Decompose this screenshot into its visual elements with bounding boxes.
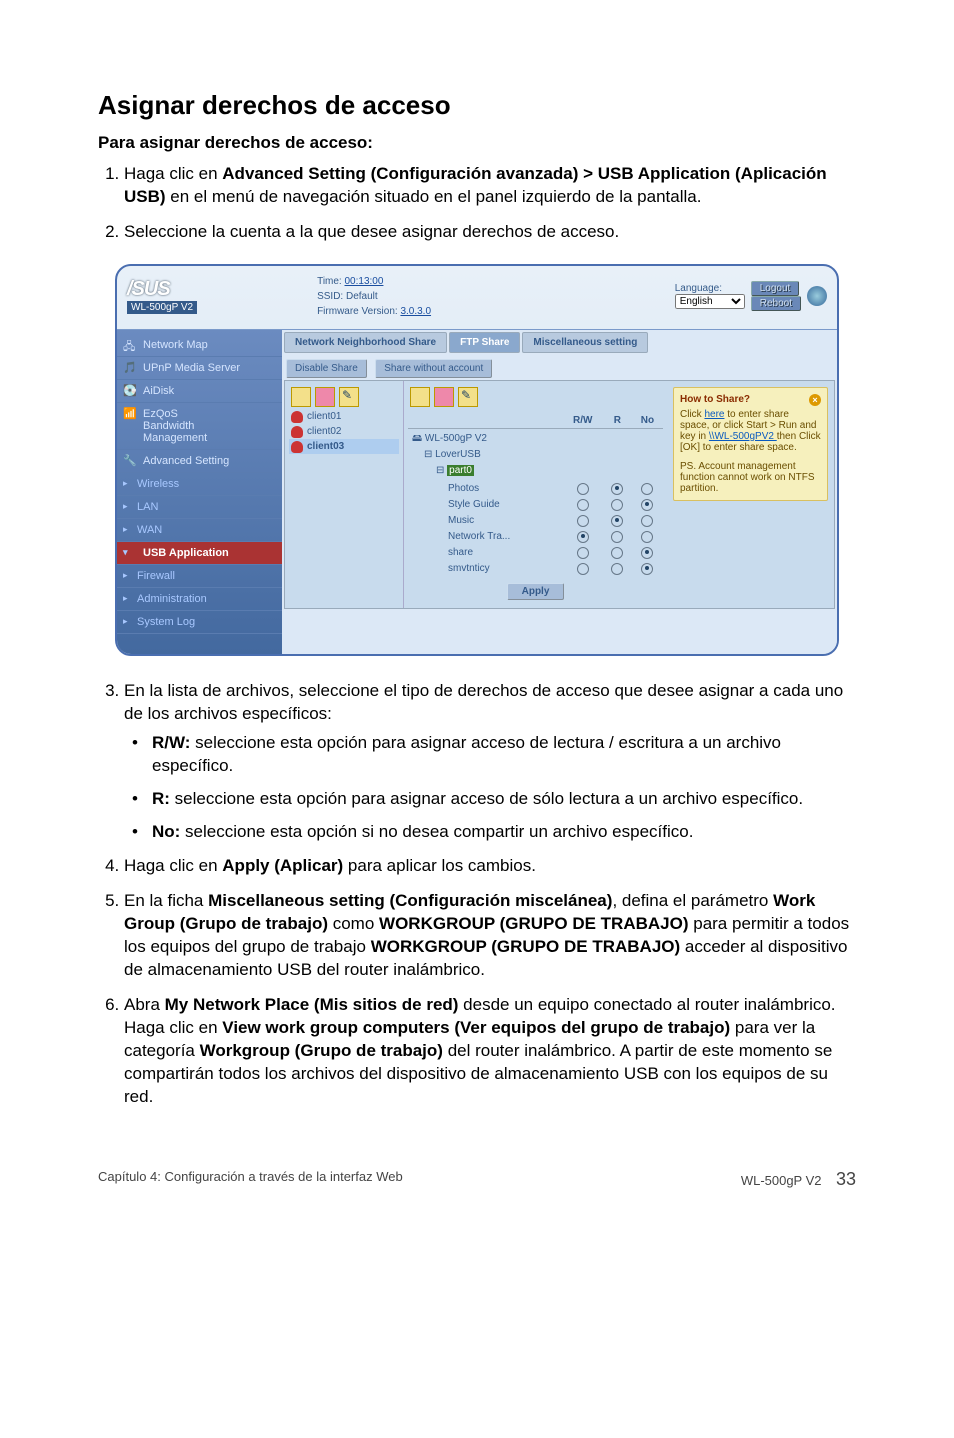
chevron-right-icon: ▸ xyxy=(123,593,128,604)
map-icon: 🖧 xyxy=(123,338,137,352)
globe-icon[interactable] xyxy=(807,286,827,306)
steps-list: Haga clic en Advanced Setting (Configura… xyxy=(98,163,856,244)
sidebar-item-wan[interactable]: ▸WAN xyxy=(117,519,282,542)
radio-no[interactable] xyxy=(641,483,653,495)
page-title: Asignar derechos de acceso xyxy=(98,90,856,121)
add-folder-icon[interactable] xyxy=(410,387,430,407)
radio-rw[interactable] xyxy=(577,483,589,495)
disable-share-button[interactable]: Disable Share xyxy=(286,359,367,378)
edit-user-icon[interactable] xyxy=(339,387,359,407)
tab-misc-setting[interactable]: Miscellaneous setting xyxy=(522,332,648,353)
step-5: En la ficha Miscellaneous setting (Confi… xyxy=(124,890,856,982)
step-4: Haga clic en Apply (Aplicar) para aplica… xyxy=(124,855,856,878)
remove-user-icon[interactable] xyxy=(315,387,335,407)
row-music: Music xyxy=(408,513,663,529)
chevron-right-icon: ▸ xyxy=(123,524,128,535)
sidebar-item-wireless[interactable]: ▸Wireless xyxy=(117,473,282,496)
sidebar-item-aidisk[interactable]: 💽AiDisk xyxy=(117,380,282,403)
chevron-down-icon: ▾ xyxy=(123,547,128,558)
footer-model: WL-500gP V2 xyxy=(741,1173,822,1188)
chevron-right-icon: ▸ xyxy=(123,501,128,512)
user-client02[interactable]: client02 xyxy=(289,424,399,439)
sidebar: 🖧Network Map 🎵UPnP Media Server 💽AiDisk … xyxy=(117,330,282,654)
bullet-no: No: seleccione esta opción si no desea c… xyxy=(152,821,856,844)
disk-icon: 💽 xyxy=(123,384,137,398)
row-network-tra: Network Tra... xyxy=(408,529,663,545)
sidebar-item-upnp[interactable]: 🎵UPnP Media Server xyxy=(117,357,282,380)
sidebar-item-firewall[interactable]: ▸Firewall xyxy=(117,565,282,588)
logout-button[interactable]: Logout xyxy=(751,281,800,296)
row-smvtnticy: smvtnticy xyxy=(408,561,663,577)
language-label: Language: xyxy=(675,283,745,294)
sidebar-item-ezqos[interactable]: 📶EzQoSBandwidthManagement xyxy=(117,403,282,450)
asus-logo: /SUS xyxy=(127,278,197,301)
model-badge: WL-500gP V2 xyxy=(127,301,197,314)
row-photos: Photos xyxy=(408,481,663,497)
time-link[interactable]: 00:13:00 xyxy=(345,276,384,287)
wrench-icon: 🔧 xyxy=(123,454,137,468)
sidebar-item-network-map[interactable]: 🖧Network Map xyxy=(117,334,282,357)
router-screenshot: /SUS WL-500gP V2 Time: 00:13:00 SSID: De… xyxy=(115,264,839,656)
bullet-r: R: seleccione esta opción para asignar a… xyxy=(152,788,856,811)
step-2: Seleccione la cuenta a la que desee asig… xyxy=(124,221,856,244)
tree-node-part0[interactable]: part0 xyxy=(447,465,474,476)
add-user-icon[interactable] xyxy=(291,387,311,407)
tree-node-loverusb[interactable]: LoverUSB xyxy=(435,449,481,460)
user-client01[interactable]: client01 xyxy=(289,409,399,424)
fw-label: Firmware Version: xyxy=(317,306,400,317)
radio-r[interactable] xyxy=(611,483,623,495)
footer-page-number: 33 xyxy=(836,1169,856,1189)
step-3: En la lista de archivos, seleccione el t… xyxy=(124,680,856,844)
tree-root[interactable]: WL-500gP V2 xyxy=(412,431,659,447)
hint-path-link[interactable]: \\WL-500gPV2 xyxy=(709,431,777,442)
reboot-button[interactable]: Reboot xyxy=(751,296,801,311)
tab-ftp-share[interactable]: FTP Share xyxy=(449,332,520,353)
chevron-right-icon: ▸ xyxy=(123,570,128,581)
hint-box: How to Share?× Click here to enter share… xyxy=(673,387,828,501)
media-icon: 🎵 xyxy=(123,361,137,375)
section-subheading: Para asignar derechos de acceso: xyxy=(98,133,856,153)
chevron-right-icon: ▸ xyxy=(123,478,128,489)
time-label: Time: xyxy=(317,276,344,287)
qos-icon: 📶 xyxy=(123,407,137,421)
edit-folder-icon[interactable] xyxy=(458,387,478,407)
hint-here-link[interactable]: here xyxy=(704,409,724,420)
sidebar-item-usb-application[interactable]: ▾USB Application xyxy=(117,542,282,565)
sidebar-item-administration[interactable]: ▸Administration xyxy=(117,588,282,611)
ssid-label: SSID: Default xyxy=(317,289,431,304)
step-6: Abra My Network Place (Mis sitios de red… xyxy=(124,994,856,1109)
user-client03[interactable]: client03 xyxy=(289,439,399,454)
bullet-rw: R/W: seleccione esta opción para asignar… xyxy=(152,732,856,778)
remove-folder-icon[interactable] xyxy=(434,387,454,407)
apply-button[interactable]: Apply xyxy=(507,583,565,600)
footer-chapter: Capítulo 4: Configuración a través de la… xyxy=(98,1169,403,1190)
step-1: Haga clic en Advanced Setting (Configura… xyxy=(124,163,856,209)
permissions-table: R/WRNo WL-500gP V2 ⊟ LoverUSB ⊟ part0 Ph… xyxy=(408,413,663,577)
close-icon[interactable]: × xyxy=(809,394,821,406)
fw-link[interactable]: 3.0.3.0 xyxy=(400,306,431,317)
row-share: share xyxy=(408,545,663,561)
chevron-right-icon: ▸ xyxy=(123,616,128,627)
sidebar-item-system-log[interactable]: ▸System Log xyxy=(117,611,282,634)
share-without-account-button[interactable]: Share without account xyxy=(375,359,492,378)
language-select[interactable]: English xyxy=(675,294,745,309)
sidebar-item-advanced[interactable]: 🔧Advanced Setting xyxy=(117,450,282,473)
steps-list-cont: En la lista de archivos, seleccione el t… xyxy=(98,680,856,1109)
row-style-guide: Style Guide xyxy=(408,497,663,513)
page-footer: Capítulo 4: Configuración a través de la… xyxy=(98,1129,856,1220)
tab-network-neighborhood[interactable]: Network Neighborhood Share xyxy=(284,332,447,353)
sidebar-item-lan[interactable]: ▸LAN xyxy=(117,496,282,519)
